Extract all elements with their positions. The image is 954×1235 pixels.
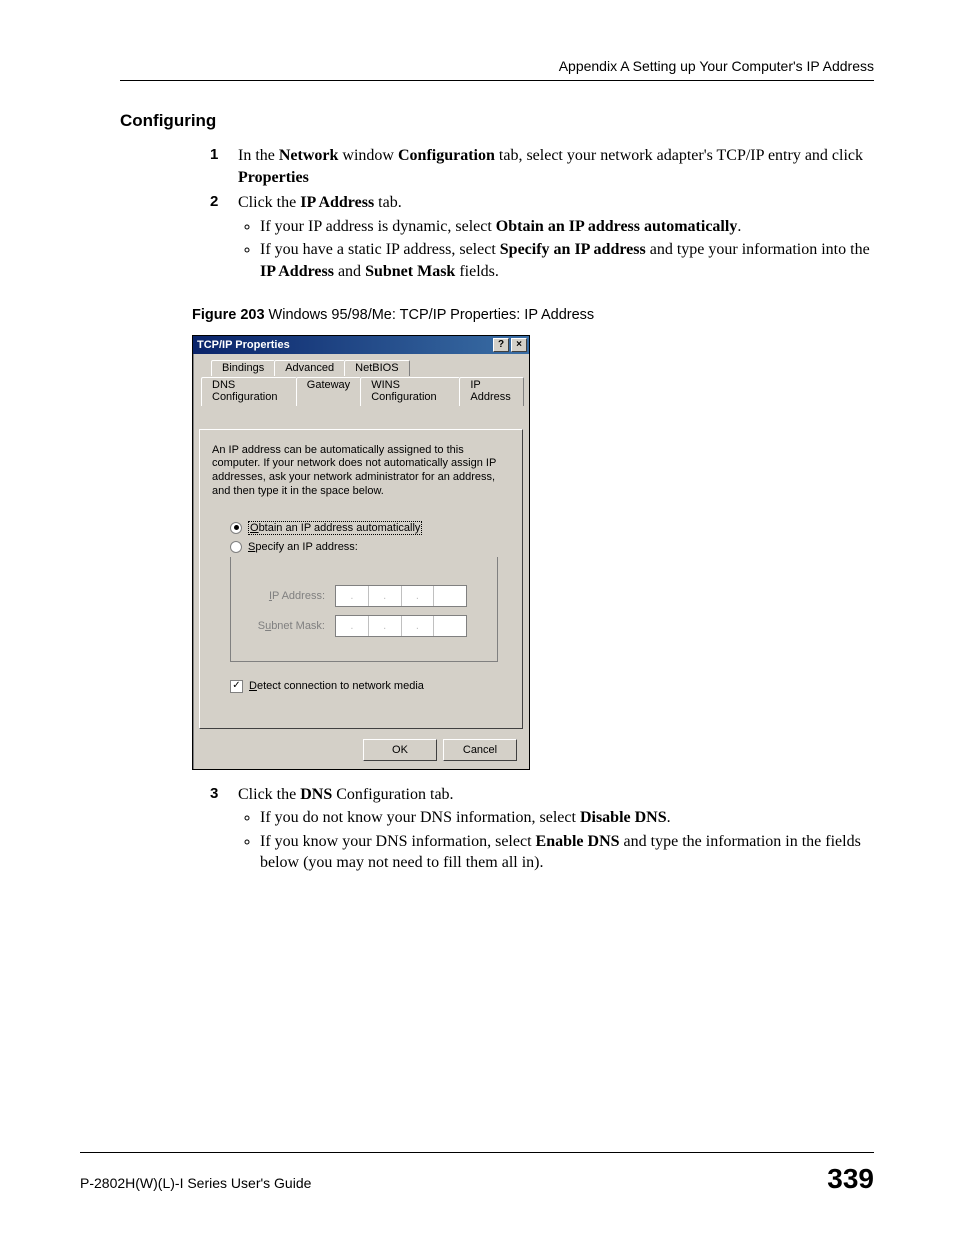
steps-list-continued: 3 Click the DNS Configuration tab. If yo… [210, 784, 874, 878]
footer-guide-name: P-2802H(W)(L)-I Series User's Guide [80, 1175, 311, 1191]
step-2: 2 Click the IP Address tab. If your IP a… [210, 192, 874, 286]
tab-advanced[interactable]: Advanced [274, 360, 345, 376]
figure-caption-text: Windows 95/98/Me: TCP/IP Properties: IP … [265, 307, 595, 323]
checkbox-label-accel: D [249, 680, 257, 692]
ip-octet[interactable]: . [402, 586, 435, 606]
figure-caption: Figure 203 Windows 95/98/Me: TCP/IP Prop… [192, 307, 874, 323]
tab-ip-address[interactable]: IP Address [459, 377, 524, 406]
footer-rule [80, 1152, 874, 1153]
step-text: tab. [374, 194, 402, 211]
step-text: Click the [238, 786, 300, 803]
step-bullets: If your IP address is dynamic, select Ob… [238, 216, 874, 283]
step-text: window [338, 147, 398, 164]
bullet-text: If your IP address is dynamic, select [260, 218, 496, 235]
bullet-text: and type your information into the [646, 241, 870, 258]
subnet-mask-label: Subnet Mask: [245, 620, 325, 632]
bullet-text: If you know your DNS information, select [260, 833, 536, 850]
cancel-button[interactable]: Cancel [443, 739, 517, 761]
dialog-titlebar[interactable]: TCP/IP Properties ? × [193, 336, 529, 354]
tab-gateway[interactable]: Gateway [296, 377, 361, 406]
dialog-body: Bindings Advanced NetBIOS DNS Configurat… [193, 354, 529, 769]
bullet-text: . [737, 218, 741, 235]
radio-label: pecify an IP address: [255, 541, 358, 553]
step-bold: DNS [300, 786, 332, 803]
radio-specify-ip[interactable]: Specify an IP address: [230, 541, 510, 553]
step-bold: Network [279, 147, 339, 164]
bullet: If you know your DNS information, select… [260, 831, 874, 874]
step-bold: Configuration [398, 147, 495, 164]
section-title: Configuring [120, 111, 874, 131]
subnet-mask-row: Subnet Mask: . . . [245, 615, 487, 637]
step-text: tab, select your network adapter's TCP/I… [495, 147, 863, 164]
header-rule [120, 80, 874, 81]
bullet-bold: Disable DNS [580, 809, 667, 826]
bullet-bold: Subnet Mask [365, 263, 455, 280]
ip-octet[interactable]: . [369, 586, 402, 606]
bullet-bold: Enable DNS [536, 833, 620, 850]
radio-icon[interactable] [230, 522, 242, 534]
tab-strip: Bindings Advanced NetBIOS DNS Configurat… [199, 360, 523, 395]
steps-list: 1 In the Network window Configuration ta… [210, 145, 874, 287]
step-bullets: If you do not know your DNS information,… [238, 807, 874, 874]
tab-panel-ip-address: An IP address can be automatically assig… [199, 429, 523, 729]
step-text: In the [238, 147, 279, 164]
step-1: 1 In the Network window Configuration ta… [210, 145, 874, 188]
ip-address-row: IP Address: . . . [245, 585, 487, 607]
checkbox-label: etect connection to network media [257, 680, 424, 692]
figure-label: Figure 203 [192, 307, 265, 323]
help-icon[interactable]: ? [493, 338, 509, 352]
ip-octet[interactable] [434, 616, 466, 636]
step-number: 2 [210, 192, 238, 286]
radio-icon[interactable] [230, 541, 242, 553]
dialog-buttons: OK Cancel [199, 735, 523, 761]
subnet-mask-input[interactable]: . . . [335, 615, 467, 637]
bullet-text: . [667, 809, 671, 826]
step-3: 3 Click the DNS Configuration tab. If yo… [210, 784, 874, 878]
ip-octet[interactable]: . [336, 586, 369, 606]
bullet: If you do not know your DNS information,… [260, 807, 874, 829]
bullet-text: fields. [455, 263, 499, 280]
bullet-bold: Obtain an IP address automatically [496, 218, 738, 235]
ip-address-input[interactable]: . . . [335, 585, 467, 607]
bullet-text: If you have a static IP address, select [260, 241, 500, 258]
tab-wins-configuration[interactable]: WINS Configuration [360, 377, 460, 406]
step-text: Configuration tab. [332, 786, 453, 803]
page-footer: P-2802H(W)(L)-I Series User's Guide 339 [80, 1152, 874, 1195]
tcpip-properties-dialog: TCP/IP Properties ? × Bindings Advanced … [192, 335, 530, 770]
bullet: If you have a static IP address, select … [260, 239, 874, 282]
step-bold: Properties [238, 169, 309, 186]
step-text: Click the [238, 194, 300, 211]
ip-octet[interactable]: . [369, 616, 402, 636]
page-header-breadcrumb: Appendix A Setting up Your Computer's IP… [120, 58, 874, 74]
ip-octet[interactable]: . [402, 616, 435, 636]
ip-address-label: IP Address: [245, 590, 325, 602]
dialog-title: TCP/IP Properties [197, 339, 493, 351]
ip-octet[interactable]: . [336, 616, 369, 636]
detect-connection-checkbox[interactable]: ✓ Detect connection to network media [230, 680, 510, 693]
bullet-bold: IP Address [260, 263, 334, 280]
bullet-text: and [334, 263, 365, 280]
tab-bindings[interactable]: Bindings [211, 360, 275, 376]
step-number: 3 [210, 784, 238, 878]
specify-ip-group: IP Address: . . . Subnet Mask: . . [230, 557, 498, 662]
tab-dns-configuration[interactable]: DNS Configuration [201, 377, 297, 406]
bullet-bold: Specify an IP address [500, 241, 646, 258]
checkbox-icon[interactable]: ✓ [230, 680, 243, 693]
step-bold: IP Address [300, 194, 374, 211]
close-icon[interactable]: × [511, 338, 527, 352]
bullet: If your IP address is dynamic, select Ob… [260, 216, 874, 238]
ip-octet[interactable] [434, 586, 466, 606]
tab-netbios[interactable]: NetBIOS [344, 360, 409, 376]
radio-label: btain an IP address automatically [259, 522, 421, 534]
step-number: 1 [210, 145, 238, 188]
bullet-text: If you do not know your DNS information,… [260, 809, 580, 826]
ok-button[interactable]: OK [363, 739, 437, 761]
footer-page-number: 339 [827, 1163, 874, 1195]
panel-description: An IP address can be automatically assig… [212, 444, 510, 499]
radio-label-accel: O [250, 522, 259, 534]
radio-obtain-auto[interactable]: Obtain an IP address automatically [230, 521, 510, 535]
